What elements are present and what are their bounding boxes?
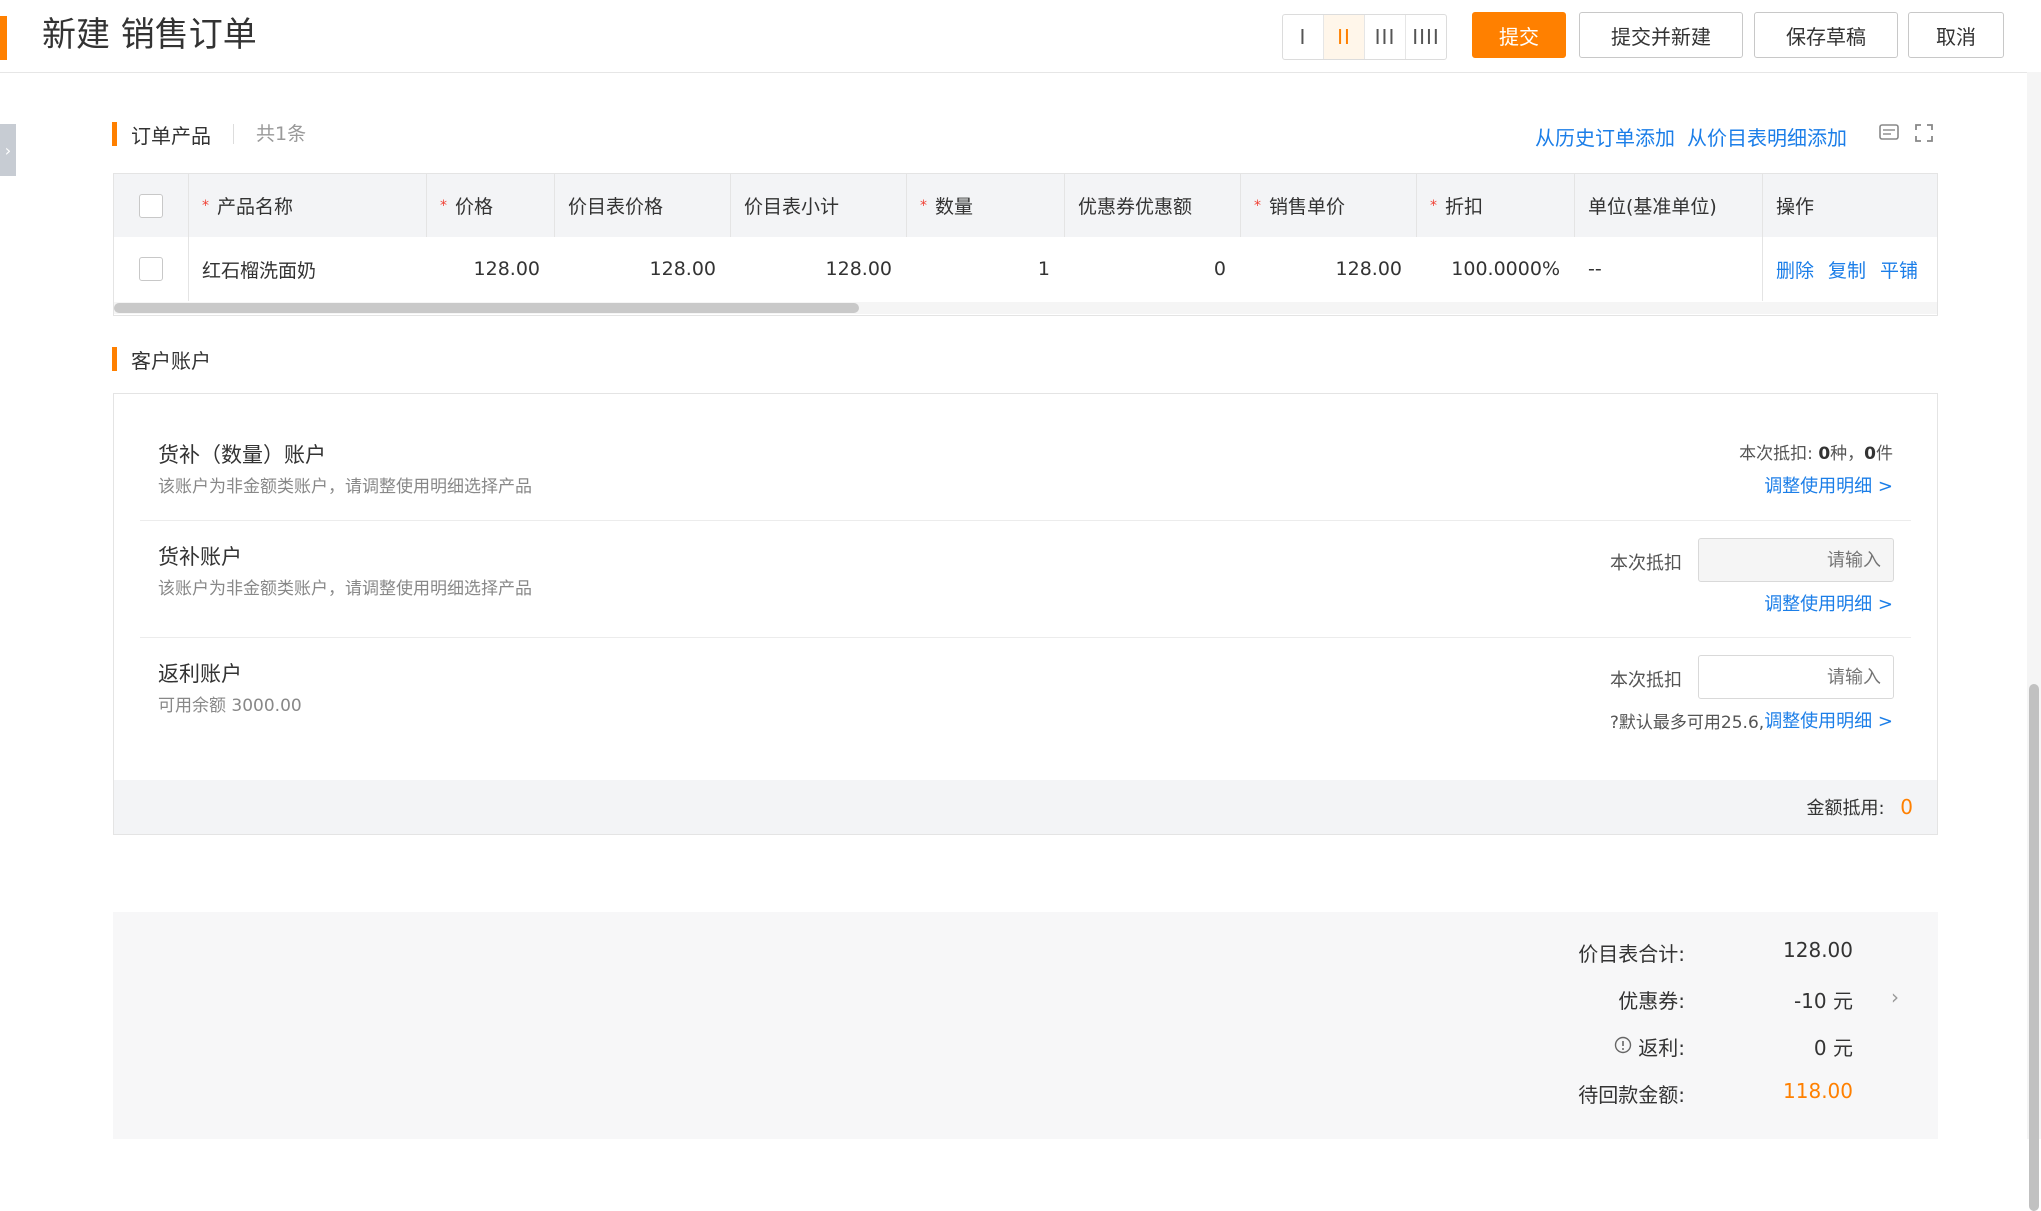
side-expand-icon[interactable]: › bbox=[0, 124, 16, 176]
chevron-right-icon[interactable]: › bbox=[1891, 985, 1899, 1009]
rebate-deduct-input[interactable] bbox=[1698, 655, 1894, 699]
table-tools bbox=[1879, 124, 1933, 147]
copy-row-link[interactable]: 复制 bbox=[1828, 256, 1866, 283]
page-title: 新建 销售订单 bbox=[42, 15, 257, 55]
layout-1-column[interactable]: I bbox=[1283, 15, 1323, 59]
deduct-input-disabled bbox=[1698, 538, 1894, 582]
layout-4-column[interactable]: IIII bbox=[1405, 15, 1446, 59]
cell-unit: -- bbox=[1588, 258, 1602, 280]
deduct-summary: 本次抵扣: 0种，0件 bbox=[1739, 444, 1893, 464]
add-from-history-link[interactable]: 从历史订单添加 bbox=[1535, 122, 1675, 151]
order-products-table: * 产品名称 * 价格 价目表价格 价目表小计 * 数量 优惠券优惠额 * 销售单价 *… bbox=[113, 173, 1938, 316]
table-row: 红石榴洗面奶 128.00 128.00 128.00 1 0 128.00 1… bbox=[114, 237, 1937, 301]
table-horizontal-scrollbar[interactable] bbox=[114, 302, 1937, 314]
table-settings-icon[interactable] bbox=[1879, 124, 1899, 147]
rebate-value: 0 元 bbox=[1813, 1036, 1853, 1060]
header-accent-bar bbox=[0, 16, 7, 60]
col-price: * 价格 bbox=[440, 196, 494, 218]
adjust-usage-link[interactable]: 调整使用明细 > bbox=[1764, 472, 1893, 498]
cell-quantity[interactable]: 1 bbox=[906, 237, 1064, 301]
table-header: * 产品名称 * 价格 价目表价格 价目表小计 * 数量 优惠券优惠额 * 销售单价 *… bbox=[114, 174, 1937, 238]
vertical-scrollbar-thumb[interactable] bbox=[2029, 684, 2039, 1211]
vertical-scrollbar[interactable] bbox=[2027, 72, 2041, 1211]
adjust-usage-link[interactable]: 调整使用明细 > bbox=[1764, 590, 1893, 616]
product-add-links: 从历史订单添加 从价目表明细添加 bbox=[1535, 122, 1847, 151]
cell-list-subtotal: 128.00 bbox=[825, 258, 892, 280]
customer-account-panel: 货补（数量）账户 该账户为非金额类账户，请调整使用明细选择产品 本次抵扣: 0种… bbox=[113, 393, 1938, 835]
layout-2-column[interactable]: II bbox=[1323, 15, 1364, 59]
deduct-label: 本次抵扣 bbox=[1610, 670, 1682, 691]
account-footer: 金额抵用: 0 bbox=[114, 780, 1937, 834]
section-accent-bar bbox=[112, 347, 117, 371]
divider bbox=[140, 637, 1911, 638]
account-balance: 可用余额 3000.00 bbox=[158, 696, 302, 716]
cancel-button[interactable]: 取消 bbox=[1908, 12, 2004, 58]
deduct-label: 本次抵扣 bbox=[1610, 553, 1682, 574]
coupon-label: 优惠券: bbox=[1618, 989, 1685, 1013]
order-products-section-title: 订单产品 共1条 bbox=[112, 122, 306, 148]
cell-price[interactable]: 128.00 bbox=[426, 237, 554, 301]
list-total-value: 128.00 bbox=[1783, 938, 1853, 962]
col-discount: * 折扣 bbox=[1430, 196, 1484, 218]
column-layout-switch: I II III IIII bbox=[1282, 14, 1447, 60]
select-all-checkbox[interactable] bbox=[139, 193, 163, 218]
due-amount-label: 待回款金额: bbox=[1578, 1083, 1685, 1107]
col-coupon: 优惠券优惠额 bbox=[1078, 196, 1193, 218]
info-icon[interactable] bbox=[1614, 1035, 1632, 1059]
adjust-usage-link[interactable]: 调整使用明细 > bbox=[1764, 707, 1893, 733]
col-product-name: * 产品名称 bbox=[202, 196, 294, 218]
col-unit-price: * 销售单价 bbox=[1254, 196, 1346, 218]
layout-3-column[interactable]: III bbox=[1364, 15, 1405, 59]
table-scrollbar-thumb[interactable] bbox=[114, 303, 859, 313]
order-products-title: 订单产品 bbox=[131, 123, 211, 148]
order-summary: 价目表合计: 128.00 优惠券: -10 元 › 返利: 0 元 待回款金额… bbox=[113, 912, 1938, 1139]
col-actions: 操作 bbox=[1776, 196, 1815, 218]
cell-unit-price[interactable]: 128.00 bbox=[1240, 237, 1416, 301]
section-accent-bar bbox=[112, 122, 117, 146]
cell-discount[interactable]: 100.0000% bbox=[1416, 237, 1574, 301]
due-amount-value: 118.00 bbox=[1783, 1079, 1853, 1103]
cell-actions: 删除 复制 平铺 bbox=[1762, 237, 1937, 301]
cell-coupon: 0 bbox=[1213, 258, 1226, 280]
tile-row-link[interactable]: 平铺 bbox=[1880, 256, 1918, 283]
deduct-total-value: 0 bbox=[1900, 795, 1913, 819]
submit-and-new-button[interactable]: 提交并新建 bbox=[1579, 12, 1743, 58]
order-products-count: 共1条 bbox=[233, 124, 306, 144]
col-unit: 单位(基准单位) bbox=[1588, 196, 1717, 218]
coupon-value: -10 元 bbox=[1793, 989, 1853, 1013]
rebate-label-wrap: 返利: bbox=[1385, 1032, 1685, 1061]
select-all-cell bbox=[114, 174, 188, 237]
customer-account-section-title: 客户账户 bbox=[112, 347, 211, 373]
account-name: 返利账户 bbox=[158, 662, 242, 686]
deduct-total: 金额抵用: 0 bbox=[1806, 795, 1913, 819]
add-from-pricelist-link[interactable]: 从价目表明细添加 bbox=[1687, 122, 1847, 151]
row-checkbox[interactable] bbox=[139, 257, 163, 281]
account-desc: 该账户为非金额类账户，请调整使用明细选择产品 bbox=[158, 579, 532, 599]
save-draft-button[interactable]: 保存草稿 bbox=[1754, 12, 1898, 58]
page-header: 新建 销售订单 I II III IIII 提交 提交并新建 保存草稿 取消 bbox=[0, 0, 2041, 73]
cell-list-price: 128.00 bbox=[649, 258, 716, 280]
cell-product-name[interactable]: 红石榴洗面奶 bbox=[188, 237, 426, 301]
delete-row-link[interactable]: 删除 bbox=[1776, 256, 1814, 283]
submit-button[interactable]: 提交 bbox=[1472, 12, 1566, 58]
rebate-hint: ?默认最多可用25.6, 调整使用明细 > bbox=[1610, 707, 1893, 733]
col-quantity: * 数量 bbox=[920, 196, 974, 218]
col-list-subtotal: 价目表小计 bbox=[744, 196, 840, 218]
row-select-cell bbox=[114, 237, 188, 301]
account-name: 货补账户 bbox=[158, 545, 242, 569]
customer-account-title: 客户账户 bbox=[131, 348, 211, 373]
account-desc: 该账户为非金额类账户，请调整使用明细选择产品 bbox=[158, 477, 532, 497]
divider bbox=[140, 520, 1911, 521]
account-name: 货补（数量）账户 bbox=[158, 443, 326, 467]
col-list-price: 价目表价格 bbox=[568, 196, 664, 218]
fullscreen-icon[interactable] bbox=[1915, 124, 1933, 147]
list-total-label: 价目表合计: bbox=[1578, 942, 1685, 966]
